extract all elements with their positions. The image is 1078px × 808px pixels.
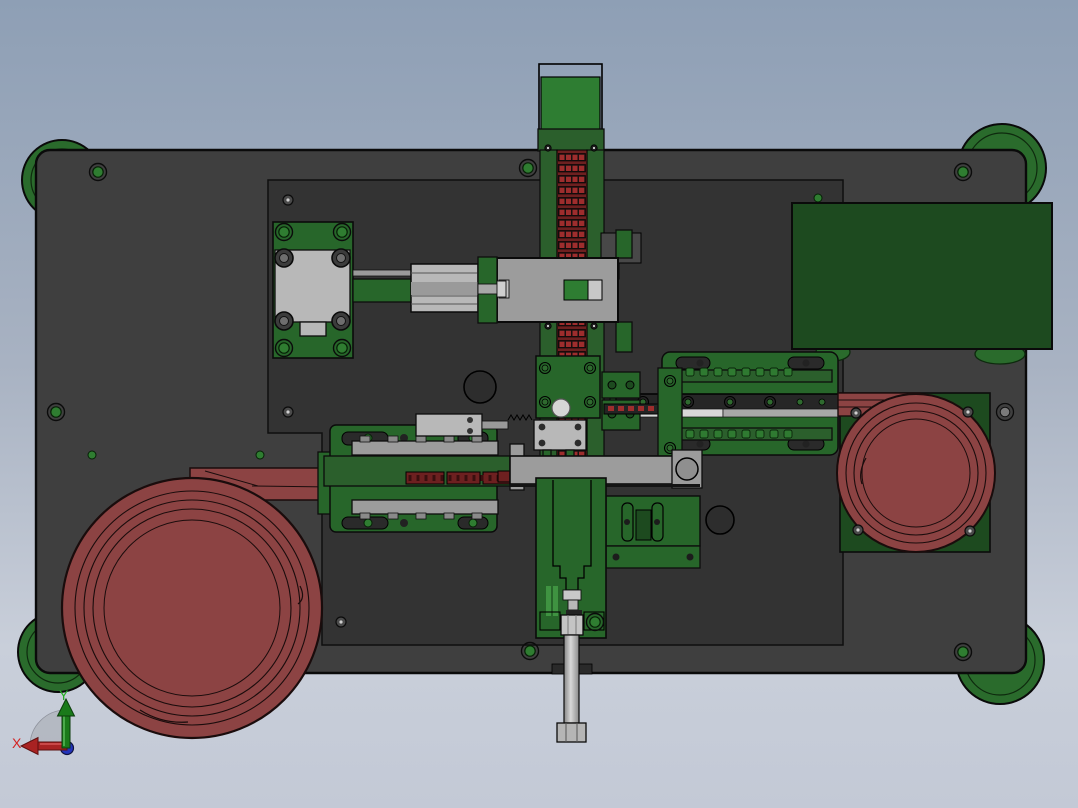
slide-block-nose xyxy=(299,321,327,337)
rail-top[interactable] xyxy=(351,440,499,456)
locating-hole xyxy=(463,370,497,404)
rod-nut xyxy=(556,722,587,743)
screw-icon[interactable] xyxy=(335,616,347,628)
right-tape-reel[interactable] xyxy=(836,392,996,553)
locating-hole xyxy=(705,505,735,535)
slide-strip xyxy=(722,408,839,418)
guide-rod xyxy=(352,269,414,277)
feed-chute[interactable] xyxy=(540,76,601,132)
arm-bar[interactable] xyxy=(352,278,413,303)
rail-bottom[interactable] xyxy=(351,499,499,515)
tape-coil[interactable] xyxy=(60,476,324,740)
y-axis-label: Y xyxy=(59,687,69,703)
cover-plate[interactable] xyxy=(791,202,1053,350)
x-axis-label: X xyxy=(12,735,22,751)
dowel-pin-icon[interactable] xyxy=(255,450,265,460)
bracket-bore xyxy=(675,457,699,481)
screw-icon[interactable] xyxy=(282,406,294,418)
lower-guide-plates[interactable] xyxy=(605,495,701,569)
cylinder-rod[interactable] xyxy=(563,634,580,724)
side-bar[interactable] xyxy=(615,229,633,259)
piston-rod xyxy=(481,420,509,430)
vacuum-nozzle[interactable] xyxy=(551,398,571,418)
screw-icon[interactable] xyxy=(282,194,294,206)
lower-strip-plate[interactable] xyxy=(605,545,701,569)
cover-plate-assembly[interactable] xyxy=(791,202,1053,365)
tape-segments xyxy=(405,471,511,485)
head-window-gray xyxy=(587,279,603,301)
pick-head-block[interactable] xyxy=(496,257,619,323)
cad-viewport: X Y xyxy=(0,0,1078,808)
dowel-pin-icon[interactable] xyxy=(87,450,97,460)
side-bar[interactable] xyxy=(615,321,633,353)
head-window-green xyxy=(563,279,589,301)
cylinder-collar xyxy=(560,614,584,636)
dowel-pin-icon[interactable] xyxy=(813,193,823,203)
